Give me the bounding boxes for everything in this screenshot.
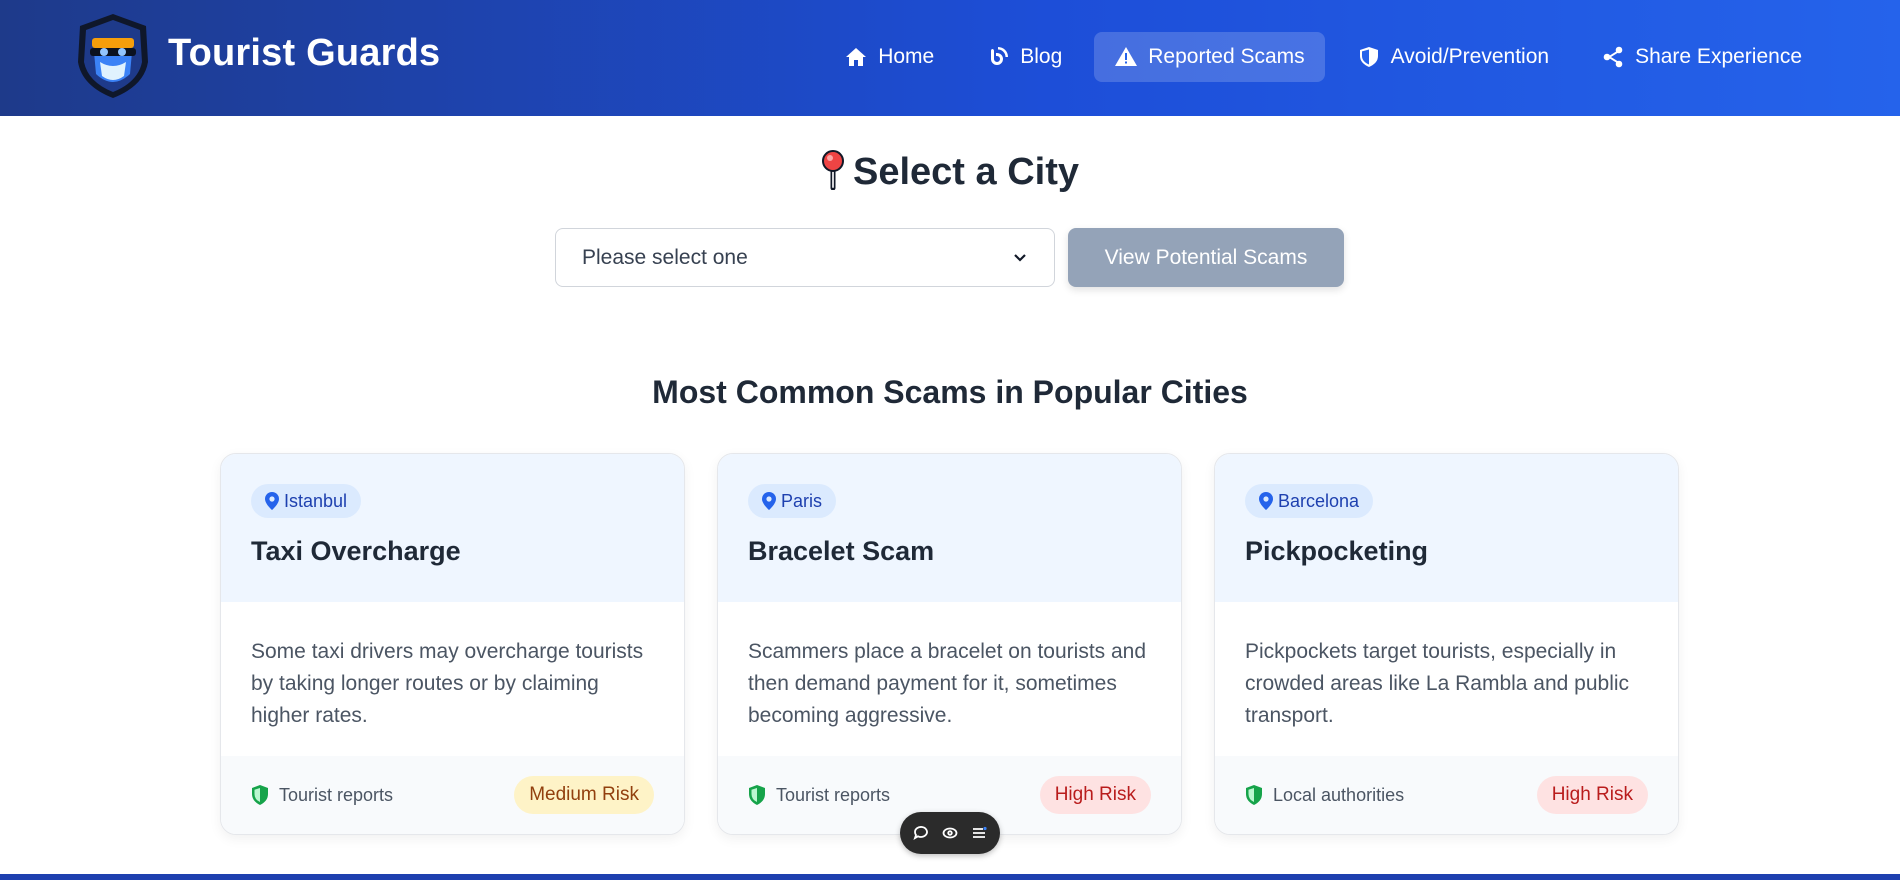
report-source: Tourist reports <box>251 785 393 806</box>
scam-card[interactable]: Barcelona Pickpocketing Pickpockets targ… <box>1214 453 1679 835</box>
scam-card[interactable]: Istanbul Taxi Overcharge Some taxi drive… <box>220 453 685 835</box>
pushpin-icon <box>821 150 845 200</box>
comment-icon[interactable] <box>913 825 929 841</box>
city-tag: Paris <box>748 484 837 518</box>
risk-badge: High Risk <box>1039 776 1151 814</box>
footer-strip <box>0 874 1900 880</box>
risk-badge: Medium Risk <box>514 776 654 814</box>
city-name: Istanbul <box>284 490 348 511</box>
chevron-down-icon <box>1014 253 1026 262</box>
select-city-heading: Select a City <box>0 150 1900 200</box>
scam-cards: Istanbul Taxi Overcharge Some taxi drive… <box>220 453 1680 835</box>
city-tag: Barcelona <box>1245 484 1374 518</box>
nav-home-label: Home <box>878 45 935 68</box>
card-header: Barcelona Pickpocketing <box>1215 454 1678 602</box>
card-header: Istanbul Taxi Overcharge <box>221 454 684 602</box>
card-footer: Tourist reports Medium Risk <box>221 756 684 834</box>
city-select-value: Please select one <box>582 245 748 269</box>
report-source: Tourist reports <box>748 785 890 806</box>
nav-share-experience[interactable]: Share Experience <box>1581 32 1822 82</box>
view-potential-scams-button[interactable]: View Potential Scams <box>1068 228 1344 287</box>
nav-share-experience-label: Share Experience <box>1635 45 1802 68</box>
warning-icon <box>1115 47 1138 66</box>
common-scams-heading: Most Common Scams in Popular Cities <box>652 374 1248 410</box>
nav-reported-scams[interactable]: Reported Scams <box>1094 32 1325 82</box>
location-pin-icon <box>1259 492 1273 510</box>
nav-avoid-prevention[interactable]: Avoid/Prevention <box>1337 32 1569 82</box>
scam-description: Scammers place a bracelet on tourists an… <box>748 640 1147 727</box>
tourist-guards-logo[interactable] <box>74 12 152 100</box>
blog-icon <box>991 47 1009 65</box>
report-source-label: Local authorities <box>1273 784 1405 805</box>
city-tag: Istanbul <box>251 484 362 518</box>
nav-reported-scams-label: Reported Scams <box>1148 45 1305 68</box>
shield-icon <box>1359 47 1378 67</box>
nav-blog[interactable]: Blog <box>966 32 1082 82</box>
eye-icon[interactable] <box>942 825 958 841</box>
report-source: Local authorities <box>1245 785 1404 806</box>
city-select-dropdown[interactable]: Please select one <box>555 228 1055 287</box>
location-pin-icon <box>265 492 279 510</box>
brand-name[interactable]: Tourist Guards <box>168 32 440 75</box>
nav-home[interactable]: Home <box>824 32 954 82</box>
list-icon[interactable] <box>971 825 987 841</box>
select-city-title: Select a City <box>853 151 1079 193</box>
floating-toolbar <box>900 812 1000 854</box>
shield-check-icon <box>1246 785 1262 805</box>
home-icon <box>846 48 867 66</box>
scam-description: Some taxi drivers may overcharge tourist… <box>251 640 644 727</box>
risk-badge: High Risk <box>1536 776 1648 814</box>
scam-title: Bracelet Scam <box>748 536 935 566</box>
scam-title: Taxi Overcharge <box>251 536 461 566</box>
main-nav: Home Blog Reported Scams Avoid/Preventio… <box>824 32 1822 82</box>
card-header: Paris Bracelet Scam <box>718 454 1181 602</box>
card-footer: Local authorities High Risk <box>1215 756 1678 834</box>
scam-card[interactable]: Paris Bracelet Scam Scammers place a bra… <box>717 453 1182 835</box>
shield-check-icon <box>749 785 765 805</box>
nav-blog-label: Blog <box>1020 45 1063 68</box>
shield-check-icon <box>252 785 268 805</box>
site-header: Tourist Guards Home Blog Reported Scams … <box>0 0 1900 116</box>
city-name: Paris <box>781 490 823 511</box>
location-pin-icon <box>762 492 776 510</box>
scam-description: Pickpockets target tourists, especially … <box>1245 640 1630 727</box>
share-icon <box>1603 46 1623 68</box>
report-source-label: Tourist reports <box>279 784 394 805</box>
city-name: Barcelona <box>1278 490 1360 511</box>
nav-avoid-prevention-label: Avoid/Prevention <box>1390 45 1550 68</box>
report-source-label: Tourist reports <box>776 784 891 805</box>
scam-title: Pickpocketing <box>1245 536 1429 566</box>
